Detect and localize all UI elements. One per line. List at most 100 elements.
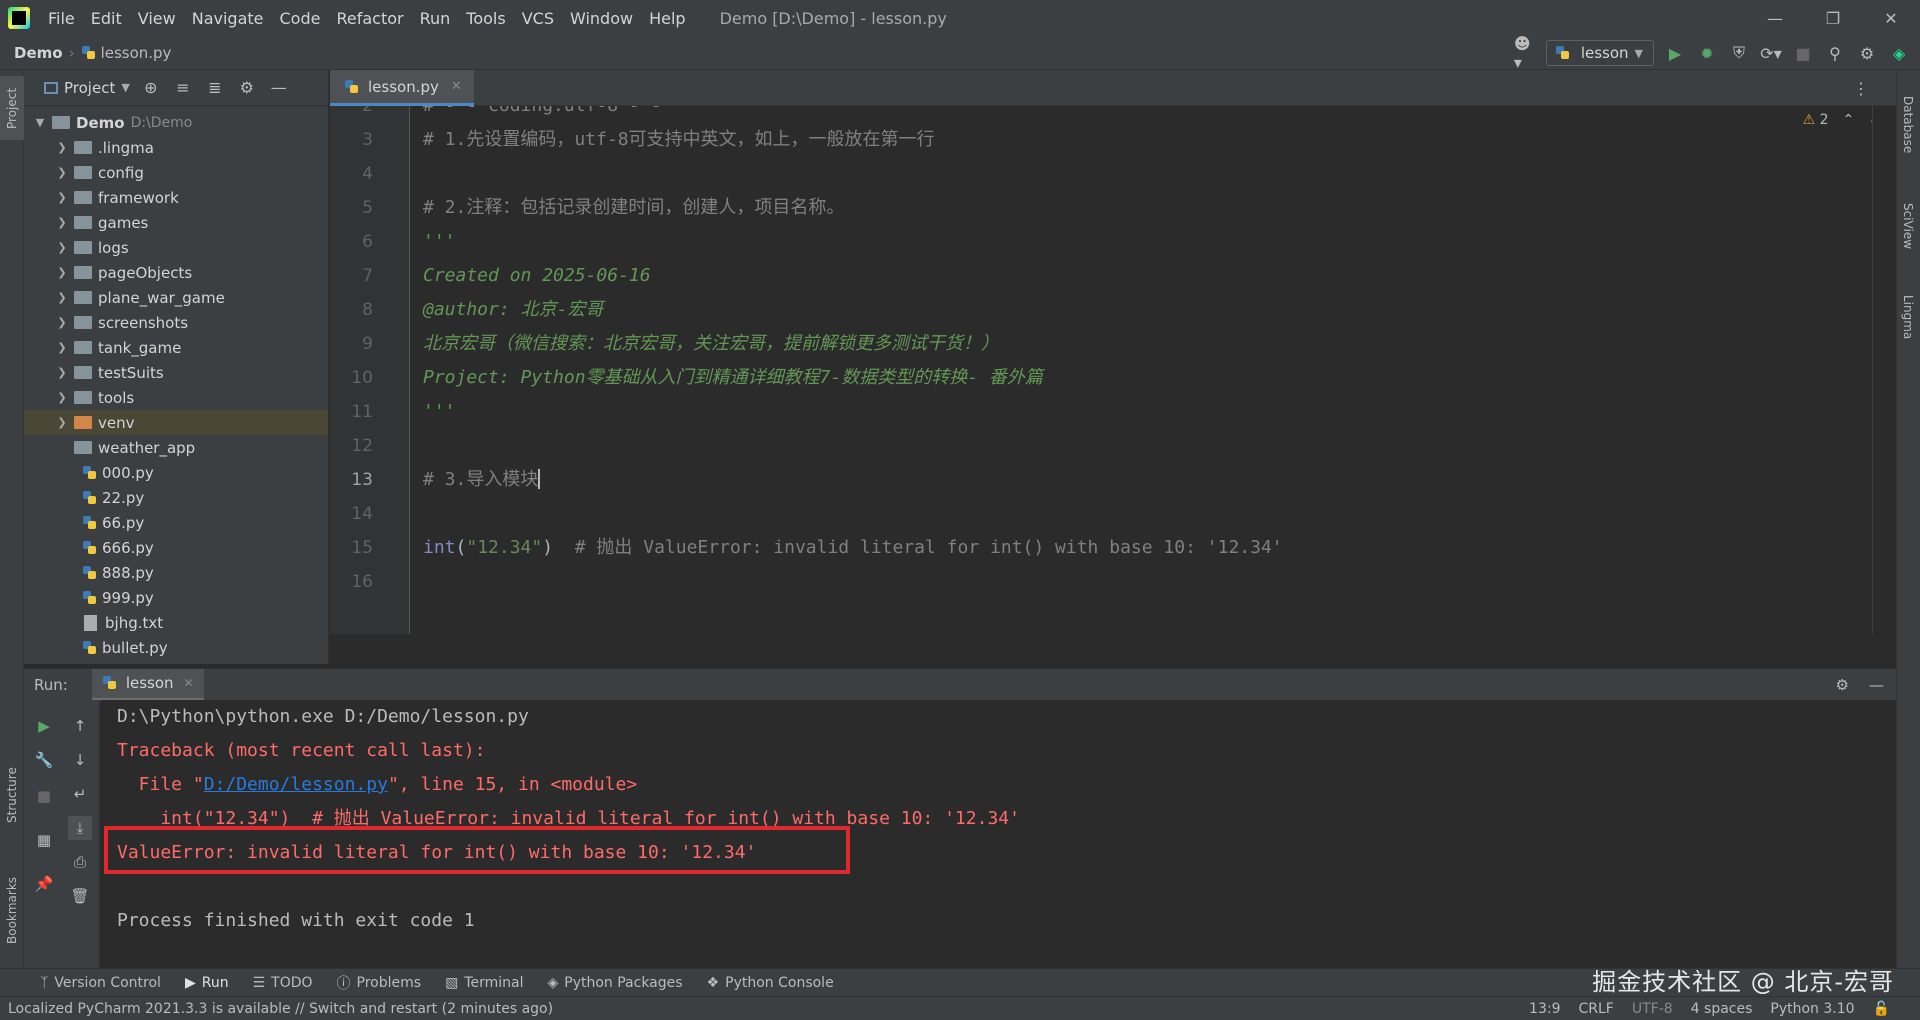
tree-folder[interactable]: ❯ games [24, 210, 328, 235]
gear-icon[interactable]: ⚙ [236, 77, 258, 99]
locate-icon[interactable]: ⊕ [140, 77, 162, 99]
chevron-right-icon[interactable]: ❯ [54, 391, 70, 404]
editor-tab-lesson[interactable]: lesson.py ✕ [330, 70, 474, 106]
search-icon[interactable]: ⚲ [1824, 42, 1846, 64]
menu-code[interactable]: Code [272, 9, 329, 28]
arrow-up-icon[interactable]: ↑ [68, 714, 92, 738]
menu-navigate[interactable]: Navigate [184, 9, 272, 28]
stop-icon[interactable]: ■ [1792, 42, 1814, 64]
restore-icon[interactable]: ❐ [1804, 0, 1862, 36]
tree-folder[interactable]: ❯ testSuits [24, 360, 328, 385]
chevron-right-icon[interactable]: ❯ [54, 416, 70, 429]
tree-file[interactable]: bullet.py [24, 635, 328, 660]
chevron-right-icon[interactable]: ❯ [54, 141, 70, 154]
tool-tab-python-console[interactable]: ❖ Python Console [707, 975, 834, 991]
menu-edit[interactable]: Edit [83, 9, 130, 28]
tool-tab-problems[interactable]: ⓘ Problems [337, 973, 422, 993]
soft-wrap-icon[interactable]: ↵ [68, 782, 92, 806]
tree-folder[interactable]: ❯ tools [24, 385, 328, 410]
chevron-right-icon[interactable]: ❯ [54, 291, 70, 304]
tool-tab-project[interactable]: Project [0, 76, 24, 140]
tool-tab-sciview[interactable]: SciView [1896, 186, 1920, 266]
trash-icon[interactable]: 🗑 [68, 884, 92, 908]
chevron-right-icon[interactable]: ❯ [54, 316, 70, 329]
tree-folder[interactable]: ❯ screenshots [24, 310, 328, 335]
menu-tools[interactable]: Tools [458, 9, 513, 28]
tree-folder[interactable]: ❯ logs [24, 235, 328, 260]
tree-file[interactable]: 999.py [24, 585, 328, 610]
chevron-right-icon[interactable]: ❯ [54, 341, 70, 354]
debug-icon[interactable]: ✹ [1696, 42, 1718, 64]
menu-refactor[interactable]: Refactor [328, 9, 411, 28]
python-interpreter[interactable]: Python 3.10 [1770, 1001, 1854, 1017]
console-scrollbar[interactable] [1883, 700, 1896, 968]
editor-scrollbar[interactable] [1872, 106, 1896, 634]
close-tab-icon[interactable]: ✕ [451, 79, 462, 94]
tree-folder[interactable]: ❯ framework [24, 185, 328, 210]
tree-folder[interactable]: ❯ pageObjects [24, 260, 328, 285]
tree-folder[interactable]: ❯ .lingma [24, 135, 328, 160]
chevron-right-icon[interactable]: ❯ [54, 266, 70, 279]
line-separator[interactable]: CRLF [1579, 1001, 1614, 1017]
hide-panel-icon[interactable]: — [268, 77, 290, 99]
tool-tab-run[interactable]: ▶ Run [185, 975, 229, 991]
menu-view[interactable]: View [130, 9, 184, 28]
layout-icon[interactable]: ▦ [32, 828, 56, 852]
breadcrumb-project[interactable]: Demo [14, 44, 63, 62]
profile-icon[interactable]: ⟳▾ [1760, 42, 1782, 64]
minimize-icon[interactable]: — [1746, 0, 1804, 36]
chevron-up-icon[interactable]: ⌃ [1843, 112, 1855, 128]
run-icon[interactable]: ▶ [1664, 42, 1686, 64]
scroll-to-end-icon[interactable]: ⤓ [68, 816, 92, 840]
collapse-all-icon[interactable]: ≣ [204, 77, 226, 99]
menu-vcs[interactable]: VCS [514, 9, 562, 28]
file-encoding[interactable]: UTF-8 [1632, 1001, 1673, 1017]
tool-tab-lingma[interactable]: Lingma [1896, 282, 1920, 352]
lock-icon[interactable]: 🔓 [1873, 1001, 1890, 1017]
run-configuration-select[interactable]: lesson ▼ [1545, 40, 1654, 66]
tree-file[interactable]: 22.py [24, 485, 328, 510]
chevron-down-icon[interactable]: ▼ [32, 116, 48, 129]
status-message[interactable]: Localized PyCharm 2021.3.3 is available … [8, 1001, 553, 1017]
chevron-right-icon[interactable]: ❯ [54, 216, 70, 229]
tree-folder[interactable]: weather_app [24, 435, 328, 460]
chevron-right-icon[interactable]: ❯ [54, 191, 70, 204]
tree-file[interactable]: 000.py [24, 460, 328, 485]
project-view-select[interactable]: Project ▼ [44, 79, 130, 97]
rerun-icon[interactable]: ▶ [32, 714, 56, 738]
run-tab-lesson[interactable]: lesson ✕ [91, 668, 204, 701]
tool-tab-structure[interactable]: Structure [0, 750, 24, 840]
menu-run[interactable]: Run [412, 9, 459, 28]
chevron-right-icon[interactable]: ❯ [54, 241, 70, 254]
inspection-warnings[interactable]: ⚠ 2 [1803, 112, 1829, 128]
tool-tab-python-packages[interactable]: ◈ Python Packages [547, 975, 682, 991]
menu-help[interactable]: Help [641, 9, 693, 28]
indent-setting[interactable]: 4 spaces [1691, 1001, 1753, 1017]
code-editor[interactable]: # -*- coding:utf-8 -*- # 1.先设置编码，utf-8可支… [411, 106, 1871, 634]
close-tab-icon[interactable]: ✕ [184, 676, 194, 690]
tree-file[interactable]: 888.py [24, 560, 328, 585]
caret-position[interactable]: 13:9 [1529, 1001, 1560, 1017]
pin-icon[interactable]: 📌 [32, 872, 56, 896]
menu-file[interactable]: File [40, 9, 83, 28]
chevron-right-icon[interactable]: ❯ [54, 366, 70, 379]
print-icon[interactable]: ⎙ [68, 850, 92, 874]
tree-root[interactable]: ▼ Demo D:\Demo [24, 110, 328, 135]
tool-tab-bookmarks[interactable]: Bookmarks [0, 860, 24, 960]
breadcrumb-file[interactable]: lesson.py [81, 44, 171, 62]
tree-file[interactable]: 66.py [24, 510, 328, 535]
more-options-icon[interactable]: ⋮ [1850, 77, 1872, 99]
stop-icon[interactable]: ■ [32, 784, 56, 808]
gear-icon[interactable]: ⚙ [1856, 42, 1878, 64]
tree-folder[interactable]: ❯ plane_war_game [24, 285, 328, 310]
tree-folder[interactable]: ❯ tank_game [24, 335, 328, 360]
tool-tab-version-control[interactable]: ᛉ Version Control [40, 975, 161, 991]
tree-file[interactable]: 666.py [24, 535, 328, 560]
chevron-right-icon[interactable]: ❯ [54, 166, 70, 179]
arrow-down-icon[interactable]: ↓ [68, 748, 92, 772]
expand-all-icon[interactable]: ≡ [172, 77, 194, 99]
coverage-icon[interactable]: ⛨ [1728, 42, 1750, 64]
close-icon[interactable]: ✕ [1862, 0, 1920, 36]
gear-icon[interactable]: ⚙ [1836, 676, 1849, 694]
user-icon[interactable]: ☻▾ [1514, 34, 1536, 72]
